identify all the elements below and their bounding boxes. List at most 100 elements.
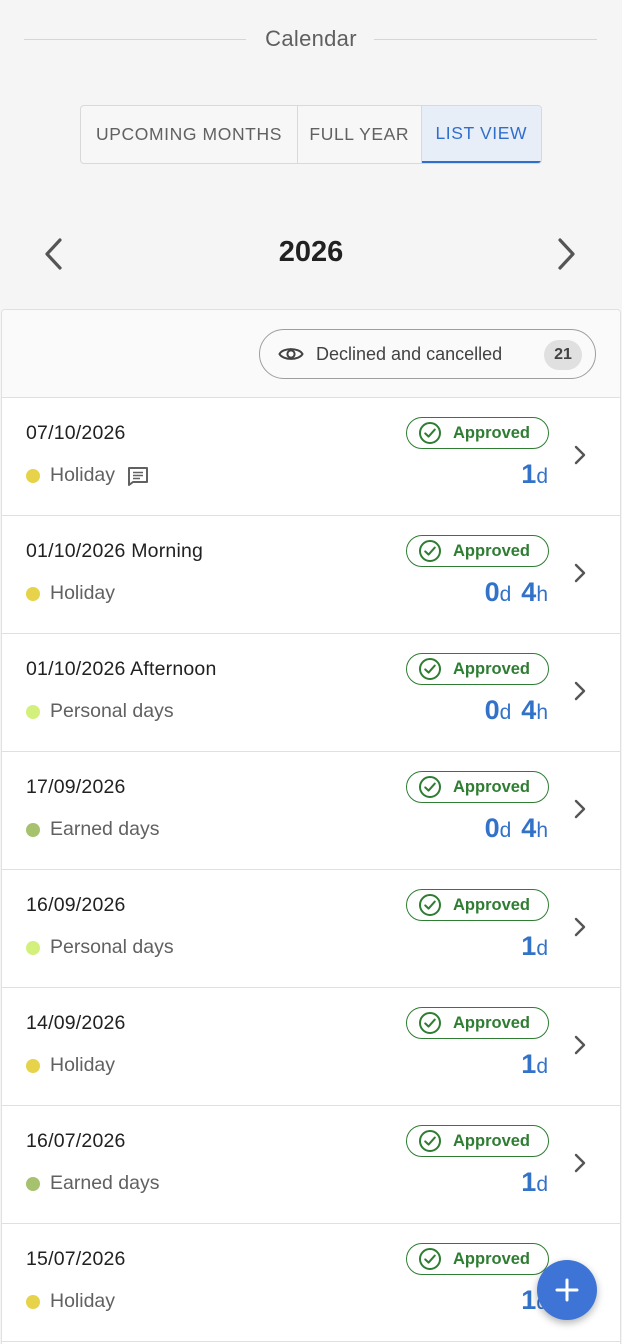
leave-list: 07/10/2026 Holiday Approved 1d 01/10/2026 Mo… bbox=[2, 398, 620, 1342]
duration: 1d bbox=[521, 931, 548, 962]
check-circle-icon bbox=[419, 658, 441, 680]
status-label: Approved bbox=[453, 541, 531, 560]
days-unit: d bbox=[536, 937, 548, 960]
entry-date: 14/09/2026 bbox=[26, 1012, 126, 1034]
check-circle-icon bbox=[419, 422, 441, 444]
status-label: Approved bbox=[453, 777, 531, 796]
status-badge: Approved bbox=[406, 653, 549, 685]
duration: 1d bbox=[521, 1167, 548, 1198]
duration: 0d 4h bbox=[485, 695, 548, 726]
declined-cancelled-toggle[interactable]: Declined and cancelled 21 bbox=[259, 329, 596, 379]
status-badge: Approved bbox=[406, 771, 549, 803]
status-label: Approved bbox=[453, 423, 531, 442]
days-value: 1 bbox=[521, 931, 537, 961]
days-value: 1 bbox=[521, 1285, 537, 1315]
entry-date: 16/09/2026 bbox=[26, 894, 126, 916]
status-badge: Approved bbox=[406, 889, 549, 921]
entry-type: Personal days bbox=[26, 700, 174, 723]
entry-date: 07/10/2026 bbox=[26, 422, 126, 444]
duration: 0d 4h bbox=[485, 813, 548, 844]
entry-type: Holiday bbox=[26, 582, 115, 605]
entry-date: 17/09/2026 bbox=[26, 776, 126, 798]
chevron-right-icon bbox=[568, 561, 592, 585]
add-request-button[interactable] bbox=[537, 1260, 597, 1320]
check-circle-icon bbox=[419, 1130, 441, 1152]
entry-type: Earned days bbox=[26, 818, 160, 841]
filter-count-badge: 21 bbox=[544, 340, 582, 370]
status-label: Approved bbox=[453, 1131, 531, 1150]
entry-date: 01/10/2026 Morning bbox=[26, 540, 204, 562]
entry-date: 16/07/2026 bbox=[26, 1130, 126, 1152]
chevron-right-icon bbox=[568, 443, 592, 467]
comment-icon bbox=[127, 466, 149, 486]
days-unit: d bbox=[536, 1173, 548, 1196]
entry-type-label: Earned days bbox=[50, 1172, 160, 1194]
entry-type-label: Earned days bbox=[50, 818, 160, 840]
entry-type: Holiday bbox=[26, 1054, 115, 1077]
days-value: 0 bbox=[484, 695, 500, 725]
view-tabs: UPCOMING MONTHS FULL YEAR LIST VIEW bbox=[80, 105, 542, 164]
type-color-dot bbox=[26, 1176, 40, 1191]
chevron-right-icon bbox=[568, 1033, 592, 1057]
type-color-dot bbox=[26, 1294, 40, 1309]
entry-type-label: Personal days bbox=[50, 700, 174, 722]
hours-value: 4 bbox=[521, 695, 537, 725]
leave-list-card: Declined and cancelled 21 07/10/2026 Holi… bbox=[1, 309, 621, 1344]
tab-full-year[interactable]: FULL YEAR bbox=[298, 106, 422, 163]
duration: 1d bbox=[521, 1049, 548, 1080]
chevron-right-icon bbox=[568, 1151, 592, 1175]
type-color-dot bbox=[26, 1058, 40, 1073]
eye-icon bbox=[278, 348, 304, 360]
tab-upcoming-months[interactable]: UPCOMING MONTHS bbox=[81, 106, 299, 163]
chevron-right-icon bbox=[568, 797, 592, 821]
list-item[interactable]: 01/10/2026 Morning Holiday Approved 0d 4h bbox=[2, 516, 620, 634]
list-item[interactable]: 14/09/2026 Holiday Approved 1d bbox=[2, 988, 620, 1106]
status-badge: Approved bbox=[406, 535, 549, 567]
type-color-dot bbox=[26, 822, 40, 837]
list-item[interactable]: 15/07/2026HolidayApproved1d bbox=[2, 1224, 620, 1342]
check-circle-icon bbox=[419, 540, 441, 562]
entry-type-label: Personal days bbox=[50, 936, 174, 958]
entry-type-label: Holiday bbox=[50, 1290, 116, 1312]
duration: 0d 4h bbox=[485, 577, 548, 608]
list-item[interactable]: 07/10/2026 Holiday Approved 1d bbox=[2, 398, 620, 516]
entry-type: Earned days bbox=[26, 1172, 160, 1195]
hours-unit: h bbox=[536, 819, 548, 842]
hours-value: 4 bbox=[521, 577, 537, 607]
days-unit: d bbox=[536, 465, 548, 488]
days-unit: d bbox=[536, 1055, 548, 1078]
days-unit: d bbox=[499, 819, 512, 842]
entry-date: 15/07/2026 bbox=[26, 1248, 126, 1270]
list-item[interactable]: 17/09/2026 Earned days Approved 0d 4h bbox=[2, 752, 620, 870]
status-badge: Approved bbox=[406, 1243, 549, 1275]
status-label: Approved bbox=[453, 659, 531, 678]
duration: 1d bbox=[521, 459, 548, 490]
chevron-right-icon bbox=[568, 679, 592, 703]
next-year-button[interactable] bbox=[546, 234, 586, 274]
page-header: Calendar bbox=[0, 0, 622, 80]
list-item[interactable]: 16/07/2026 Earned days Approved 1d bbox=[2, 1106, 620, 1224]
days-value: 0 bbox=[484, 813, 500, 843]
type-color-dot bbox=[26, 704, 40, 719]
entry-date: 01/10/2026 Afternoon bbox=[26, 658, 217, 680]
entry-type-label: Holiday bbox=[50, 464, 116, 486]
filter-bar: Declined and cancelled 21 bbox=[2, 310, 620, 398]
hours-unit: h bbox=[536, 583, 548, 606]
check-circle-icon bbox=[419, 776, 441, 798]
hours-unit: h bbox=[536, 701, 548, 724]
filter-label: Declined and cancelled bbox=[316, 343, 503, 364]
hours-value: 4 bbox=[521, 813, 537, 843]
status-label: Approved bbox=[453, 1013, 531, 1032]
entry-type-label: Holiday bbox=[50, 582, 116, 604]
list-item[interactable]: 01/10/2026 Afternoon Personal days Approve… bbox=[2, 634, 620, 752]
type-color-dot bbox=[26, 586, 40, 601]
status-label: Approved bbox=[453, 895, 531, 914]
list-item[interactable]: 16/09/2026 Personal days Approved 1d bbox=[2, 870, 620, 988]
days-value: 1 bbox=[521, 459, 537, 489]
status-label: Approved bbox=[453, 1249, 531, 1268]
days-unit: d bbox=[499, 583, 512, 606]
check-circle-icon bbox=[419, 1248, 441, 1270]
days-value: 1 bbox=[521, 1049, 537, 1079]
status-badge: Approved bbox=[406, 1125, 549, 1157]
tab-list-view[interactable]: LIST VIEW bbox=[421, 106, 541, 163]
